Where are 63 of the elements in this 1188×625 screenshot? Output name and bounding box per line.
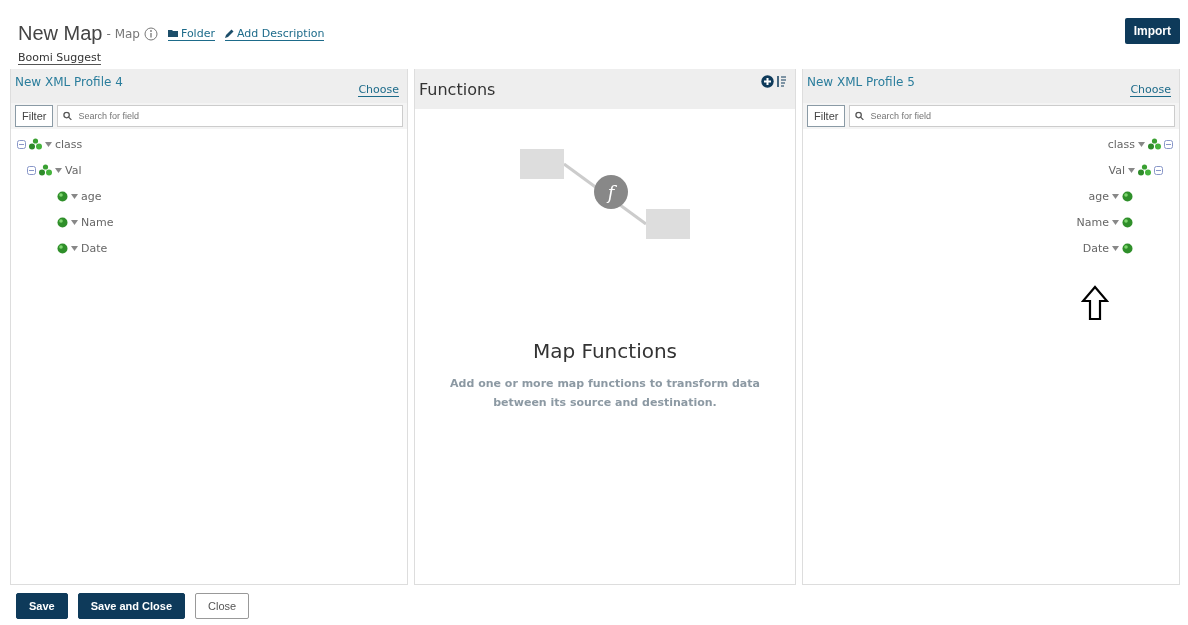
caret-icon[interactable]	[71, 193, 78, 199]
field-name[interactable]: age	[81, 189, 102, 203]
collapse-icon[interactable]	[1164, 139, 1173, 149]
field-name[interactable]: Val	[1108, 163, 1125, 177]
caret-icon[interactable]	[1128, 167, 1135, 173]
search-icon	[855, 111, 865, 121]
choose-link[interactable]: Choose	[1130, 83, 1171, 97]
folder-link[interactable]: Folder	[167, 26, 215, 41]
element-ball-icon	[57, 190, 68, 202]
caret-icon[interactable]	[71, 245, 78, 251]
choose-link[interactable]: Choose	[358, 83, 399, 97]
element-group-icon	[1138, 164, 1151, 176]
up-arrow-icon	[1081, 285, 1109, 321]
caret-icon[interactable]	[55, 167, 62, 173]
field-name[interactable]: Date	[1082, 241, 1109, 255]
collapse-icon[interactable]	[1154, 165, 1163, 175]
panel-title: New XML Profile 5	[807, 75, 915, 89]
suggest-link[interactable]: Boomi Suggest	[18, 51, 101, 65]
element-ball-icon	[1122, 190, 1133, 202]
filter-button[interactable]: Filter	[15, 105, 54, 127]
element-group-icon	[1148, 138, 1161, 150]
caret-icon[interactable]	[71, 219, 78, 225]
add-icon[interactable]	[761, 75, 774, 88]
search-icon	[63, 111, 73, 121]
panel-title: Functions	[419, 79, 496, 99]
functions-illustration-drawing: f	[520, 149, 690, 239]
panel-title: New XML Profile 4	[15, 75, 123, 89]
field-name[interactable]: Name	[1076, 215, 1109, 229]
field-name[interactable]: age	[1088, 189, 1109, 203]
caret-icon[interactable]	[1138, 141, 1145, 147]
caret-icon[interactable]	[1112, 245, 1119, 251]
field-name[interactable]: Date	[81, 241, 108, 255]
element-group-icon	[29, 138, 42, 150]
collapse-icon[interactable]	[17, 139, 26, 149]
info-icon[interactable]	[143, 26, 158, 41]
field-name[interactable]: class	[55, 137, 83, 151]
element-ball-icon	[1122, 242, 1133, 254]
folder-icon	[167, 29, 178, 37]
search-field[interactable]: Search for field	[849, 105, 1175, 127]
field-name[interactable]: Name	[81, 215, 114, 229]
field-name[interactable]: Val	[65, 163, 82, 177]
description-link[interactable]: Add Description	[224, 26, 325, 41]
empty-state-text: Add one or more map functions to transform data between its source and destination.	[449, 376, 761, 411]
page-title: New Map	[18, 22, 103, 45]
element-ball-icon	[57, 216, 68, 228]
collapse-icon[interactable]	[27, 165, 36, 175]
search-field[interactable]: Search for field	[57, 105, 403, 127]
caret-icon[interactable]	[1112, 219, 1119, 225]
empty-state-title: Map Functions	[532, 339, 678, 363]
element-ball-icon	[1122, 216, 1133, 228]
element-group-icon	[39, 164, 52, 176]
save-button[interactable]: Save	[16, 593, 68, 619]
import-button[interactable]: Import	[1124, 17, 1180, 44]
filter-button[interactable]: Filter	[807, 105, 846, 127]
caret-icon[interactable]	[1112, 193, 1119, 199]
close-button[interactable]: Close	[195, 593, 250, 619]
pencil-icon	[224, 28, 234, 38]
page-subtitle: - Map	[106, 26, 140, 41]
caret-icon[interactable]	[45, 141, 52, 147]
sort-icon[interactable]	[777, 75, 787, 88]
save-close-button[interactable]: Save and Close	[77, 593, 186, 619]
element-ball-icon	[57, 242, 68, 254]
field-name[interactable]: class	[1107, 137, 1135, 151]
